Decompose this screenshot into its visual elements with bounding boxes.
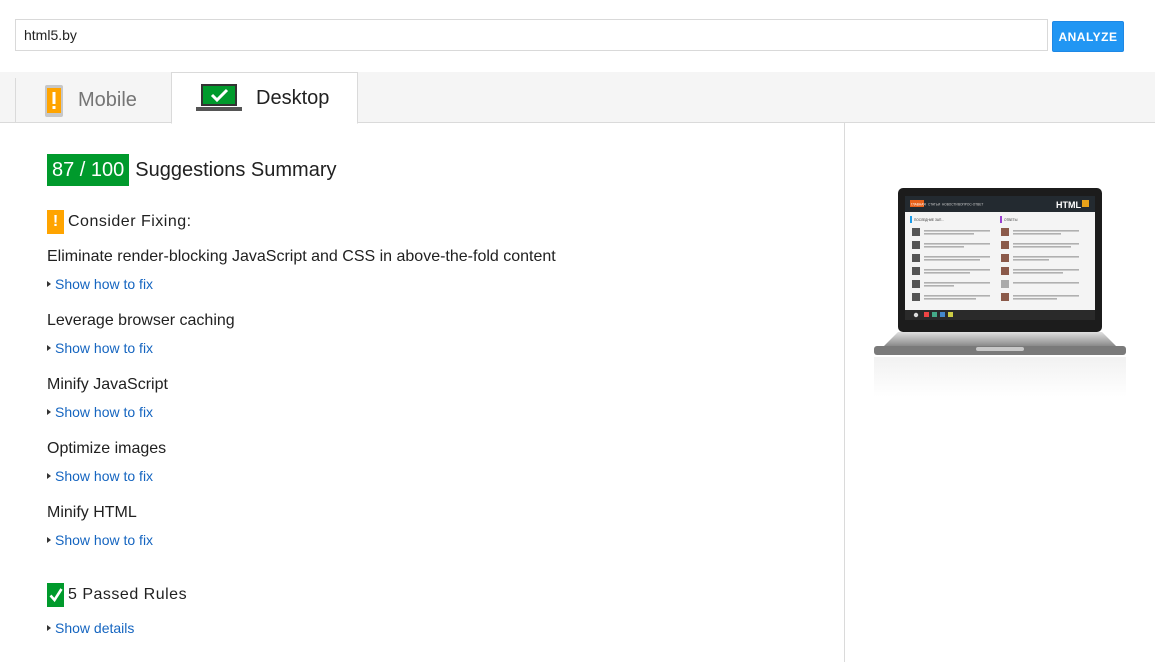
show-how-to-fix-link[interactable]: Show how to fix [47,276,556,292]
show-how-to-fix-link[interactable]: Show how to fix [47,340,235,356]
mobile-warning-icon [44,84,64,118]
check-icon [47,583,64,607]
expand-triangle-icon [47,537,51,543]
rule-title: Minify JavaScript [47,376,168,393]
show-how-to-fix-text[interactable]: Show how to fix [55,468,153,484]
show-how-to-fix-text[interactable]: Show how to fix [55,532,153,548]
consider-fixing-title: Consider Fixing: [68,213,192,230]
show-how-to-fix-text[interactable]: Show how to fix [55,404,153,420]
tab-desktop-label: Desktop [256,86,330,109]
passed-rules-title: 5 Passed Rules [68,586,188,603]
passed-rules-header: 5 Passed Rules [47,583,187,607]
device-tabs: Mobile Desktop [0,72,1155,124]
rule-title: Leverage browser caching [47,312,235,329]
tab-mobile[interactable]: Mobile [15,78,172,123]
rule-item: Leverage browser caching Show how to fix [47,312,235,356]
show-how-to-fix-link[interactable]: Show how to fix [47,468,166,484]
analyze-button[interactable]: ANALYZE [1052,21,1124,52]
show-details-link[interactable]: Show details [47,620,134,636]
rule-item: Eliminate render-blocking JavaScript and… [47,248,556,292]
rule-title: Minify HTML [47,504,137,521]
expand-triangle-icon [47,409,51,415]
rule-title: Optimize images [47,440,167,457]
url-field-wrapper [15,19,1048,51]
preview-nav-articles: СТАТЬИ [928,203,941,207]
rule-item: Minify JavaScript Show how to fix [47,376,168,420]
preview-col1-title: ПОСЛЕДНИЕ ЗАП... [914,218,944,222]
score-badge: 87 / 100 [47,154,130,186]
rule-item: Minify HTML Show how to fix [47,504,153,548]
tab-mobile-label: Mobile [78,89,137,111]
preview-nav-faq: ВОПРОС-ОТВЕТ [958,203,983,207]
preview-logo: HTML [1056,200,1081,210]
desktop-check-icon [196,83,242,113]
rule-title: Eliminate render-blocking JavaScript and… [47,248,556,265]
show-how-to-fix-link[interactable]: Show how to fix [47,532,153,548]
show-how-to-fix-link[interactable]: Show how to fix [47,404,168,420]
url-input[interactable] [16,20,1047,50]
score-summary: 87 / 100 Suggestions Summary [47,154,337,186]
show-how-to-fix-text[interactable]: Show how to fix [55,340,153,356]
show-details-text[interactable]: Show details [55,620,134,636]
preview-nav-home: ГЛАВНАЯ [911,203,926,207]
desktop-screenshot-preview: ГЛАВНАЯ СТАТЬИ НОВОСТИ ВОПРОС-ОТВЕТ HTML… [874,186,1126,406]
warning-icon: ! [47,210,64,234]
expand-triangle-icon [47,625,51,631]
panel-divider [844,123,845,662]
expand-triangle-icon [47,473,51,479]
passed-rules-details: Show details [47,610,134,636]
rule-item: Optimize images Show how to fix [47,440,166,484]
preview-col2-title: ОТВЕТЫ [1004,218,1018,222]
preview-nav-news: НОВОСТИ [942,203,958,207]
expand-triangle-icon [47,281,51,287]
expand-triangle-icon [47,345,51,351]
consider-fixing-header: ! Consider Fixing: [47,210,192,234]
show-how-to-fix-text[interactable]: Show how to fix [55,276,153,292]
summary-title: Suggestions Summary [135,158,337,181]
tab-desktop[interactable]: Desktop [171,72,358,124]
